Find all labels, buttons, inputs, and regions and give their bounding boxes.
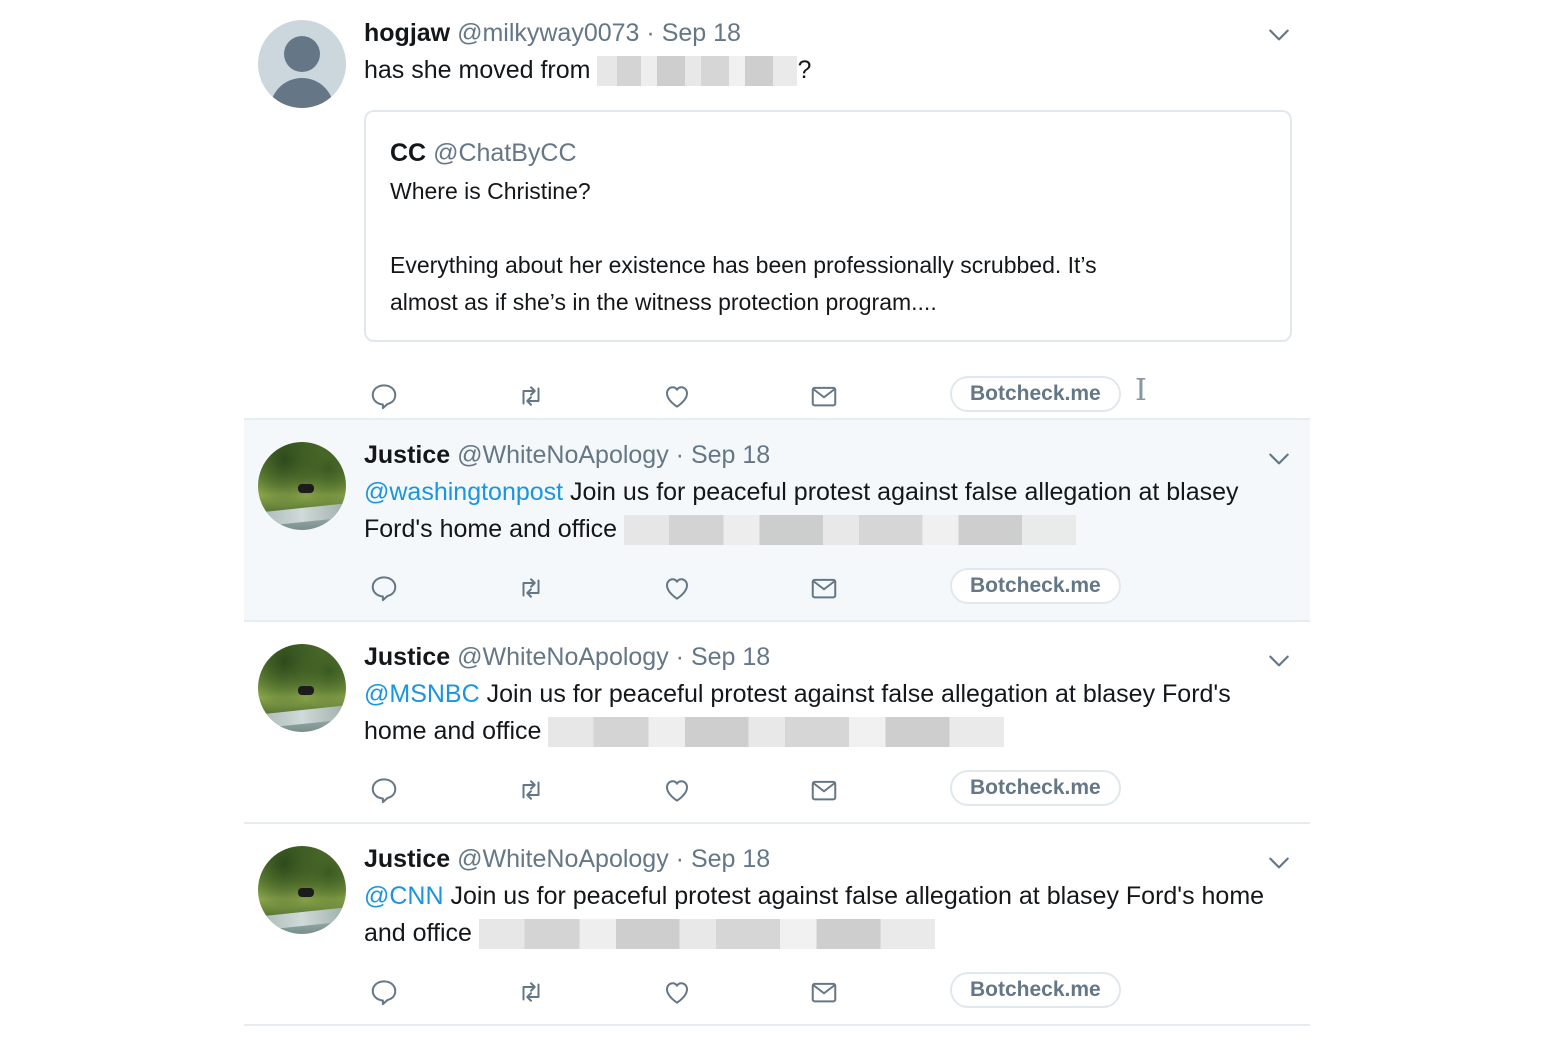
tweet-text: @CNN Join us for peaceful protest agains… — [364, 878, 1264, 952]
tweet-date[interactable]: Sep 18 — [662, 19, 741, 47]
tweet-header: Justice @WhiteNoApology · Sep 18 — [364, 844, 770, 874]
mention-link[interactable]: @MSNBC — [364, 680, 480, 708]
landscape-avatar[interactable] — [258, 644, 346, 732]
tweet-text-part: and office — [364, 919, 472, 947]
chevron-down-icon[interactable] — [1266, 648, 1292, 674]
tweet-text-part: Ford's home and office — [364, 515, 618, 543]
separator: · — [675, 845, 684, 873]
quoted-tweet-line: Where is Christine? — [390, 178, 591, 204]
quoted-tweet[interactable]: CC @ChatByCC Where is Christine? Everyth… — [364, 110, 1292, 342]
quoted-tweet-line: almost as if she’s in the witness protec… — [390, 289, 937, 315]
reply-icon[interactable] — [364, 568, 404, 608]
display-name[interactable]: Justice — [364, 441, 450, 469]
tweet-text-part: Join us for peaceful protest against fal… — [479, 680, 1231, 708]
tweet-text: @MSNBC Join us for peaceful protest agai… — [364, 676, 1231, 750]
tweet-text-part: Join us for peaceful protest against fal… — [563, 478, 1239, 506]
tweet-text-part: ? — [797, 56, 812, 84]
retweet-icon[interactable] — [511, 568, 551, 608]
mention-link[interactable]: @washingtonpost — [364, 478, 563, 506]
tweet-text-part: Join us for peaceful protest against fal… — [443, 882, 1265, 910]
quoted-display-name: CC — [390, 139, 427, 167]
landscape-avatar[interactable] — [258, 442, 346, 530]
text-cursor-icon: I — [1135, 373, 1147, 408]
redacted-text — [548, 717, 1005, 748]
tweet-date[interactable]: Sep 18 — [691, 845, 770, 873]
tweet[interactable]: hogjaw @milkyway0073 · Sep 18 has she mo… — [244, 0, 1310, 420]
quoted-tweet-line: Everything about her existence has been … — [390, 252, 1097, 278]
reply-icon[interactable] — [364, 376, 404, 416]
quoted-tweet-header: CC @ChatByCC — [390, 138, 577, 168]
user-handle[interactable]: @WhiteNoApology — [457, 441, 669, 469]
chevron-down-icon[interactable] — [1266, 850, 1292, 876]
display-name[interactable]: Justice — [364, 643, 450, 671]
retweet-icon[interactable] — [511, 972, 551, 1012]
tweet-actions: Botcheck.me — [364, 770, 1284, 810]
user-handle[interactable]: @WhiteNoApology — [457, 845, 669, 873]
landscape-avatar[interactable] — [258, 846, 346, 934]
chevron-down-icon[interactable] — [1266, 22, 1292, 48]
direct-message-icon[interactable] — [804, 376, 844, 416]
tweet-header: hogjaw @milkyway0073 · Sep 18 — [364, 18, 741, 48]
like-icon[interactable] — [657, 568, 697, 608]
separator: · — [675, 643, 684, 671]
tweet-actions: Botcheck.me — [364, 568, 1284, 608]
quoted-user-handle: @ChatByCC — [433, 139, 577, 167]
tweet-feed: hogjaw @milkyway0073 · Sep 18 has she mo… — [244, 0, 1310, 1026]
separator: · — [675, 441, 684, 469]
tweet-text-part: home and office — [364, 717, 542, 745]
botcheck-button[interactable]: Botcheck.me — [950, 972, 1121, 1008]
redacted-text — [624, 515, 1077, 546]
tweet-header: Justice @WhiteNoApology · Sep 18 — [364, 642, 770, 672]
tweet[interactable]: Justice @WhiteNoApology · Sep 18 @washin… — [244, 420, 1310, 622]
botcheck-button[interactable]: Botcheck.me — [950, 376, 1121, 412]
tweet-date[interactable]: Sep 18 — [691, 643, 770, 671]
direct-message-icon[interactable] — [804, 568, 844, 608]
chevron-down-icon[interactable] — [1266, 446, 1292, 472]
display-name[interactable]: Justice — [364, 845, 450, 873]
direct-message-icon[interactable] — [804, 972, 844, 1012]
like-icon[interactable] — [657, 376, 697, 416]
tweet-text: @washingtonpost Join us for peaceful pro… — [364, 474, 1239, 548]
retweet-icon[interactable] — [511, 770, 551, 810]
tweet[interactable]: Justice @WhiteNoApology · Sep 18 @CNN Jo… — [244, 824, 1310, 1026]
tweet-header: Justice @WhiteNoApology · Sep 18 — [364, 440, 770, 470]
botcheck-button[interactable]: Botcheck.me — [950, 770, 1121, 806]
redacted-text — [478, 919, 935, 950]
tweet[interactable]: Justice @WhiteNoApology · Sep 18 @MSNBC … — [244, 622, 1310, 824]
tweet-text-part: has she moved from — [364, 56, 591, 84]
tweet-actions: Botcheck.me — [364, 972, 1284, 1012]
reply-icon[interactable] — [364, 972, 404, 1012]
reply-icon[interactable] — [364, 770, 404, 810]
redacted-text — [597, 56, 798, 87]
botcheck-button[interactable]: Botcheck.me — [950, 568, 1121, 604]
display-name[interactable]: hogjaw — [364, 19, 450, 47]
like-icon[interactable] — [657, 972, 697, 1012]
retweet-icon[interactable] — [511, 376, 551, 416]
default-avatar[interactable] — [258, 20, 346, 108]
like-icon[interactable] — [657, 770, 697, 810]
mention-link[interactable]: @CNN — [364, 882, 444, 910]
user-handle[interactable]: @milkyway0073 — [457, 19, 639, 47]
tweet-date[interactable]: Sep 18 — [691, 441, 770, 469]
user-handle[interactable]: @WhiteNoApology — [457, 643, 669, 671]
tweet-text: has she moved from ? — [364, 52, 811, 89]
direct-message-icon[interactable] — [804, 770, 844, 810]
separator: · — [646, 19, 655, 47]
